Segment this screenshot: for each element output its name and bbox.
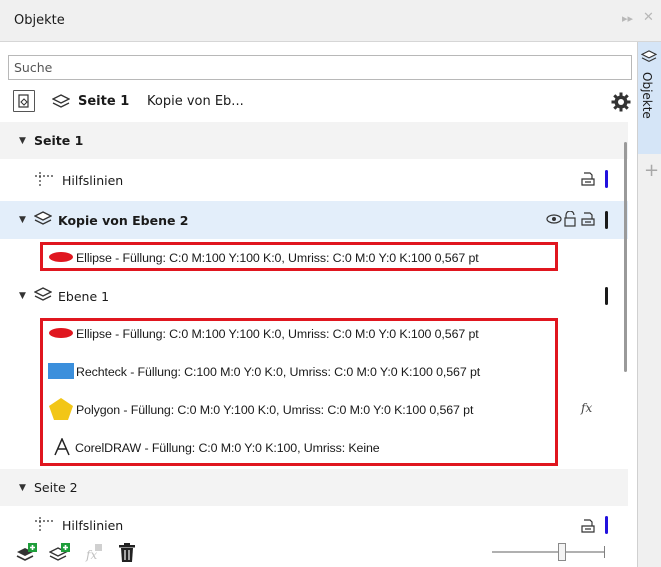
- zoom-slider-track[interactable]: [492, 551, 604, 553]
- layer-copy-label: Kopie von Ebene 2: [58, 212, 189, 228]
- scrollbar-thumb[interactable]: [624, 142, 627, 372]
- layer-color-marker: [605, 211, 608, 229]
- collapse-icon[interactable]: ▸▸: [622, 12, 633, 25]
- new-layer-icon[interactable]: [16, 543, 38, 566]
- printer-icon[interactable]: [580, 518, 596, 537]
- bottom-toolbar: fx: [0, 540, 637, 567]
- layer-color-marker: [605, 287, 608, 305]
- close-icon[interactable]: ✕: [643, 10, 654, 25]
- current-layer-label[interactable]: Kopie von Eb...: [147, 94, 244, 109]
- guides-2-label: Hilfslinien: [62, 517, 124, 533]
- tree-page-2[interactable]: ▼ Seite 2: [0, 469, 628, 506]
- new-master-layer-icon[interactable]: [48, 543, 71, 566]
- tree-guides-2[interactable]: Hilfslinien: [0, 506, 628, 540]
- objects-toolbar: Seite 1 Kopie von Eb...: [0, 86, 637, 120]
- tree-scrollbar[interactable]: [624, 142, 628, 392]
- page-1-label: Seite 1: [34, 133, 84, 148]
- search-input[interactable]: [8, 55, 632, 80]
- lock-icon[interactable]: [563, 210, 577, 230]
- page-2-label: Seite 2: [34, 480, 78, 495]
- layer-icon: [33, 286, 58, 306]
- expand-triangle-icon[interactable]: ▼: [19, 215, 31, 225]
- printer-icon[interactable]: [580, 171, 596, 190]
- highlight-box-layer-1: [40, 318, 558, 466]
- zoom-slider-end: [604, 546, 605, 558]
- page-select-button[interactable]: [13, 90, 35, 112]
- tab-objects-label: Objekte: [640, 72, 654, 119]
- highlight-box-copy-layer: [40, 242, 558, 271]
- expand-triangle-icon[interactable]: ▼: [19, 291, 31, 301]
- docker-side-tabs: Objekte +: [637, 42, 661, 567]
- layers-icon: [640, 50, 658, 67]
- layer-color-marker: [605, 170, 608, 188]
- layer-icon: [33, 210, 58, 230]
- guidelines-icon: [34, 516, 60, 535]
- guidelines-icon: [34, 171, 60, 190]
- fx-layer-icon[interactable]: fx: [84, 543, 104, 566]
- tree-layer-1[interactable]: ▼ Ebene 1: [0, 277, 628, 315]
- docker-title: Objekte: [14, 13, 65, 28]
- layer-color-marker: [605, 516, 608, 534]
- gear-icon[interactable]: [609, 90, 633, 114]
- tree-page-1[interactable]: ▼ Seite 1: [0, 122, 628, 159]
- add-tab-plus-icon[interactable]: +: [644, 160, 659, 181]
- expand-triangle-icon[interactable]: ▼: [19, 136, 31, 146]
- layers-icon: [51, 92, 71, 112]
- printer-icon[interactable]: [580, 211, 596, 230]
- tree-layer-copy[interactable]: ▼ Kopie von Ebene 2: [0, 201, 628, 239]
- expand-triangle-icon[interactable]: ▼: [19, 483, 31, 493]
- trash-icon[interactable]: [118, 543, 136, 566]
- zoom-slider-thumb[interactable]: [558, 543, 566, 561]
- tab-objects[interactable]: Objekte: [638, 42, 661, 154]
- eye-icon[interactable]: [546, 212, 562, 229]
- current-page-label[interactable]: Seite 1: [78, 94, 129, 109]
- tree-guides-1[interactable]: Hilfslinien: [0, 159, 628, 201]
- guides-1-label: Hilfslinien: [62, 172, 124, 188]
- layer-1-label: Ebene 1: [58, 288, 110, 304]
- effects-fx-icon[interactable]: fx: [581, 401, 592, 415]
- page-icon: [18, 94, 29, 108]
- docker-titlebar: Objekte ▸▸ ✕: [0, 0, 661, 42]
